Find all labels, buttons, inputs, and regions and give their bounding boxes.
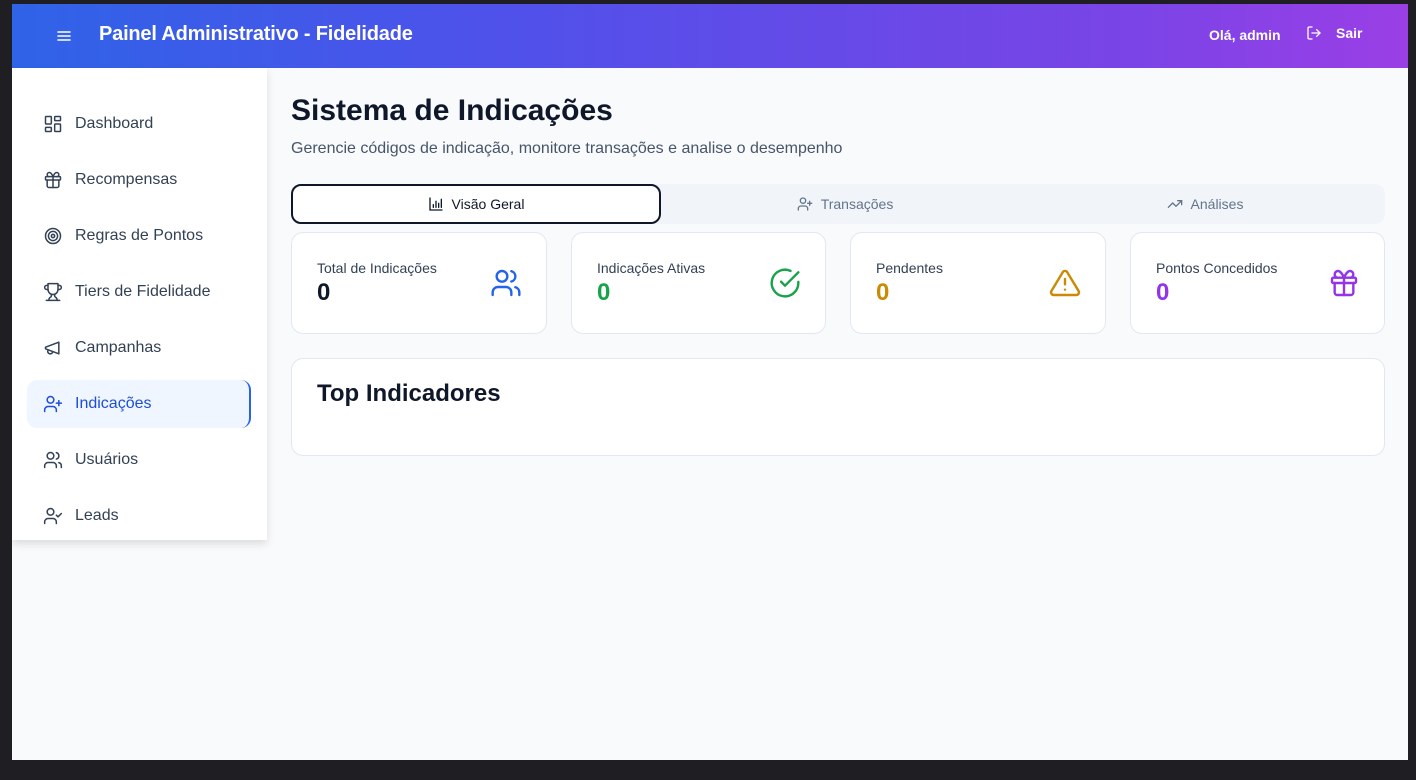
sidebar: Dashboard Recompensas Regras de Pontos T… — [12, 68, 267, 540]
dashboard-icon — [44, 115, 62, 133]
check-circle-icon — [770, 268, 800, 298]
gift-icon — [1330, 269, 1358, 297]
sidebar-item-dashboard[interactable]: Dashboard — [27, 100, 251, 148]
stat-value: 0 — [876, 279, 890, 306]
sidebar-item-leads[interactable]: Leads — [27, 492, 251, 540]
gift-icon — [44, 171, 62, 189]
panel-title: Top Indicadores — [317, 380, 501, 407]
sidebar-item-label: Regras de Pontos — [75, 227, 204, 244]
stat-card-pontos-concedidos: Pontos Concedidos 0 — [1130, 232, 1385, 334]
stat-value: 0 — [1156, 279, 1170, 306]
alert-triangle-icon — [1049, 269, 1081, 297]
user-plus-icon — [43, 395, 63, 413]
user-plus-icon — [797, 197, 813, 211]
sidebar-item-recompensas[interactable]: Recompensas — [27, 156, 251, 204]
sidebar-item-label: Tiers de Fidelidade — [75, 283, 211, 300]
app-window: Painel Administrativo - Fidelidade Olá, … — [12, 4, 1408, 760]
stat-label: Pendentes — [876, 260, 943, 276]
hamburger-icon — [57, 31, 71, 41]
tab-transacoes[interactable]: Transações — [665, 184, 1025, 224]
megaphone-icon — [44, 341, 60, 355]
top-bar: Painel Administrativo - Fidelidade Olá, … — [12, 4, 1408, 68]
tab-label: Visão Geral — [451, 196, 525, 212]
stat-card-indicacoes-ativas: Indicações Ativas 0 — [571, 232, 826, 334]
tab-visao-geral[interactable]: Visão Geral — [291, 184, 661, 224]
sidebar-item-usuarios[interactable]: Usuários — [27, 436, 251, 484]
app-title: Painel Administrativo - Fidelidade — [99, 23, 413, 45]
sidebar-item-campanhas[interactable]: Campanhas — [27, 324, 251, 372]
users-icon — [43, 451, 63, 469]
page-subtitle: Gerencie códigos de indicação, monitore … — [291, 140, 843, 157]
menu-toggle-button[interactable] — [54, 26, 74, 46]
sidebar-item-label: Campanhas — [75, 339, 162, 356]
sidebar-item-label: Usuários — [75, 451, 139, 468]
stat-card-total-indicacoes: Total de Indicações 0 — [291, 232, 547, 334]
bar-chart-icon — [428, 197, 443, 211]
tab-list: Visão Geral Transações Análises — [291, 184, 1385, 224]
tab-label: Transações — [820, 196, 894, 212]
sidebar-item-tiers-de-fidelidade[interactable]: Tiers de Fidelidade — [27, 268, 251, 316]
stat-label: Total de Indicações — [317, 260, 437, 276]
target-icon — [44, 227, 62, 245]
user-greeting: Olá, admin — [1209, 27, 1281, 43]
user-check-icon — [43, 507, 63, 525]
sidebar-item-regras-de-pontos[interactable]: Regras de Pontos — [27, 212, 251, 260]
stat-card-pendentes: Pendentes 0 — [850, 232, 1106, 334]
log-out-icon — [1307, 26, 1321, 40]
sidebar-item-label: Dashboard — [75, 115, 154, 132]
sidebar-item-label: Indicações — [75, 395, 152, 412]
stat-value: 0 — [317, 279, 331, 306]
logout-button[interactable]: Sair — [1306, 25, 1362, 41]
page-title: Sistema de Indicações — [291, 94, 613, 127]
sidebar-item-indicacoes[interactable]: Indicações — [27, 380, 251, 428]
logout-label: Sair — [1336, 25, 1363, 41]
sidebar-item-label: Leads — [75, 507, 119, 524]
sidebar-item-label: Recompensas — [75, 171, 178, 188]
trending-up-icon — [1167, 200, 1182, 208]
tab-label: Análises — [1190, 196, 1244, 212]
stat-label: Pontos Concedidos — [1156, 260, 1278, 276]
stat-value: 0 — [597, 279, 611, 306]
stat-label: Indicações Ativas — [597, 260, 706, 276]
trophy-icon — [43, 282, 63, 302]
users-icon — [491, 269, 521, 297]
top-indicadores-panel: Top Indicadores — [291, 358, 1385, 456]
tab-analises[interactable]: Análises — [1025, 184, 1385, 224]
